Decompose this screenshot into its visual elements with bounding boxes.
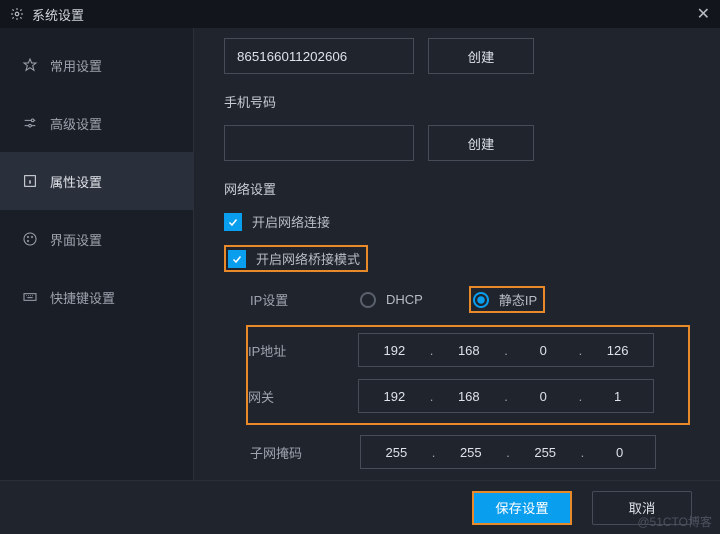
- gateway-label: 网关: [248, 387, 358, 406]
- keyboard-icon: [22, 289, 38, 305]
- create-button-2[interactable]: 创建: [428, 125, 534, 161]
- cancel-button[interactable]: 取消: [592, 491, 692, 525]
- settings-window: 系统设置 ✕ 常用设置 高级设置 属性设置 界面设置 快捷键设置: [0, 0, 720, 534]
- sidebar-item-property[interactable]: 属性设置: [0, 152, 193, 210]
- subnet-input[interactable]: 255.255.255.0: [360, 435, 656, 469]
- gear-icon: [10, 7, 24, 21]
- subnet-label: 子网掩码: [250, 443, 360, 462]
- footer: 保存设置 取消: [0, 480, 720, 534]
- gateway-input[interactable]: 192.168.0.1: [358, 379, 654, 413]
- enable-net-label: 开启网络连接: [252, 212, 330, 231]
- sidebar-item-label: 属性设置: [50, 172, 102, 191]
- sidebar-item-hotkey[interactable]: 快捷键设置: [0, 268, 193, 326]
- create-button-1[interactable]: 创建: [428, 38, 534, 74]
- ip-addr-input[interactable]: 192.168.0.126: [358, 333, 654, 367]
- dhcp-radio[interactable]: DHCP: [360, 292, 423, 308]
- phone-label: 手机号码: [224, 92, 690, 111]
- sidebar-item-ui[interactable]: 界面设置: [0, 210, 193, 268]
- id-input[interactable]: [224, 38, 414, 74]
- sidebar-item-advanced[interactable]: 高级设置: [0, 94, 193, 152]
- static-highlight: 静态IP: [469, 286, 545, 313]
- sidebar: 常用设置 高级设置 属性设置 界面设置 快捷键设置: [0, 28, 194, 480]
- sidebar-item-label: 界面设置: [50, 230, 102, 249]
- bridge-highlight: 开启网络桥接模式: [224, 245, 368, 272]
- info-icon: [22, 173, 38, 189]
- phone-input[interactable]: [224, 125, 414, 161]
- sidebar-item-label: 快捷键设置: [50, 288, 115, 307]
- close-icon[interactable]: ✕: [697, 4, 710, 24]
- sidebar-item-label: 常用设置: [50, 56, 102, 75]
- star-icon: [22, 57, 38, 73]
- palette-icon: [22, 231, 38, 247]
- content-panel: 创建 手机号码 创建 网络设置 开启网络连接 开启网络桥接模式 IP设置: [194, 28, 720, 480]
- ip-settings-label: IP设置: [250, 290, 360, 309]
- sliders-icon: [22, 115, 38, 131]
- titlebar: 系统设置 ✕: [0, 0, 720, 28]
- sidebar-item-common[interactable]: 常用设置: [0, 36, 193, 94]
- enable-bridge-checkbox[interactable]: [228, 250, 246, 268]
- static-radio[interactable]: 静态IP: [473, 290, 537, 309]
- sidebar-item-label: 高级设置: [50, 114, 102, 133]
- ip-block-highlight: IP地址 192.168.0.126 网关 192.168.0.1: [246, 325, 690, 425]
- network-section-title: 网络设置: [224, 179, 690, 198]
- save-button[interactable]: 保存设置: [472, 491, 572, 525]
- enable-bridge-label: 开启网络桥接模式: [256, 249, 360, 268]
- ip-addr-label: IP地址: [248, 341, 358, 360]
- enable-net-checkbox[interactable]: [224, 213, 242, 231]
- window-title: 系统设置: [32, 5, 84, 24]
